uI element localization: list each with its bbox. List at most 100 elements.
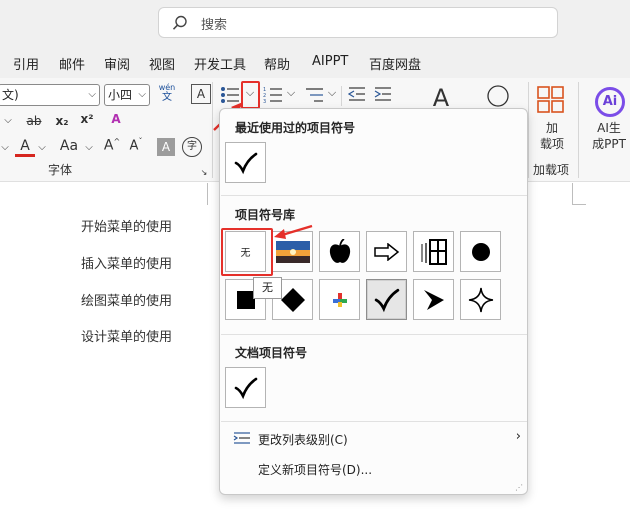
change-list-level-label: 更改列表级别(C): [258, 433, 348, 447]
tab-aippt[interactable]: AIPPT: [312, 54, 348, 69]
strikethrough-icon[interactable]: ab: [24, 114, 44, 128]
tab-view[interactable]: 视图: [149, 54, 175, 73]
numbering-icon[interactable]: 1 2 3: [263, 86, 283, 104]
grow-font-label: A: [103, 137, 114, 154]
font-group-label: 字体: [48, 163, 73, 177]
menu-separator: [221, 195, 527, 196]
grow-font-icon[interactable]: A^: [102, 137, 122, 154]
search-box[interactable]: 搜索: [158, 7, 558, 38]
font-name-select[interactable]: 文) ⌵: [0, 84, 100, 106]
chevron-right-icon: ›: [515, 429, 521, 444]
bullet-colored-star-option[interactable]: [319, 279, 360, 320]
sunset-picture-icon: [275, 240, 310, 263]
document-bullet-checkmark[interactable]: [225, 367, 266, 408]
annotation-arrow-icon: [274, 224, 313, 239]
apple-icon: [329, 238, 350, 263]
chevron-down-icon[interactable]: ⌵: [84, 142, 94, 153]
tab-review[interactable]: 审阅: [104, 54, 130, 73]
bullets-dropdown-menu: 最近使用过的项目符号 项目符号库 无 文档项目符号 更改列表级别(C) › 定义…: [219, 108, 528, 495]
menu-separator: [221, 421, 527, 422]
tab-mailings[interactable]: 邮件: [59, 54, 85, 73]
bullet-arrow-option[interactable]: [366, 231, 407, 272]
document-bullets-title: 文档项目符号: [235, 346, 308, 360]
bullet-arrowhead-option[interactable]: [413, 279, 454, 320]
define-new-bullet-menu-item[interactable]: 定义新项目符号(D)...: [221, 454, 527, 482]
tab-help[interactable]: 帮助: [264, 54, 290, 73]
annotation-highlight-box: [221, 228, 273, 276]
arrowhead-icon: [423, 289, 444, 310]
document-line[interactable]: 开始菜单的使用: [81, 216, 172, 235]
define-new-bullet-label: 定义新项目符号(D)...: [258, 463, 373, 477]
chevron-down-icon: ⌵: [138, 89, 146, 100]
filled-diamond-icon: [280, 287, 305, 312]
group-divider: [528, 82, 529, 178]
tab-references[interactable]: 引用: [13, 54, 39, 73]
search-icon: [172, 15, 187, 30]
margin-corner-mark: [572, 183, 586, 205]
ai-ppt-label-line1: AI生: [597, 121, 621, 135]
chevron-down-icon[interactable]: ⌵: [0, 142, 10, 153]
menu-separator: [221, 334, 527, 335]
chevron-down-icon[interactable]: ⌵: [285, 86, 297, 100]
chevron-down-icon: ⌵: [88, 89, 96, 100]
font-size-value: 小四: [108, 88, 133, 102]
bullet-four-point-star-option[interactable]: [460, 279, 501, 320]
font-color-icon[interactable]: A: [15, 138, 35, 157]
bullet-window-option[interactable]: [413, 231, 454, 272]
change-list-level-menu-item[interactable]: 更改列表级别(C) ›: [221, 424, 527, 452]
character-shading-icon[interactable]: A: [157, 138, 175, 156]
document-line[interactable]: 设计菜单的使用: [81, 326, 172, 345]
group-divider: [578, 82, 579, 178]
font-size-select[interactable]: 小四 ⌵: [104, 84, 150, 106]
dialog-launcher-icon[interactable]: ↘: [199, 168, 209, 177]
phonetic-guide-icon[interactable]: wén 文: [156, 83, 178, 103]
group-divider: [341, 86, 342, 106]
shrink-font-icon[interactable]: Aˇ: [126, 137, 146, 153]
change-case-icon[interactable]: Aa: [56, 138, 82, 154]
chevron-down-icon[interactable]: ⌵: [326, 86, 338, 100]
recent-bullets-title: 最近使用过的项目符号: [235, 121, 356, 135]
outline-arrow-icon: [373, 242, 399, 261]
recent-bullet-checkmark[interactable]: [225, 142, 266, 183]
tooltip: 无: [253, 277, 282, 299]
checkmark-icon: [374, 288, 399, 312]
ai-ppt-label-line2: 成PPT: [592, 137, 626, 151]
svg-text:3: 3: [263, 99, 266, 104]
four-point-star-icon: [468, 287, 493, 312]
superscript-icon[interactable]: x²: [79, 112, 95, 126]
bullet-library-title: 项目符号库: [235, 208, 296, 222]
addins-button-label[interactable]: 加 载项: [531, 120, 573, 152]
chevron-down-icon[interactable]: ⌵: [37, 142, 47, 153]
addins-icon[interactable]: [537, 86, 565, 114]
filled-circle-icon: [471, 242, 490, 261]
tab-developer[interactable]: 开发工具: [194, 54, 246, 73]
character-border-icon[interactable]: A: [191, 84, 211, 104]
search-placeholder: 搜索: [201, 18, 228, 33]
subscript-icon[interactable]: x₂: [54, 114, 70, 128]
bullet-apple-option[interactable]: [319, 231, 360, 272]
checkmark-icon: [234, 377, 257, 399]
tab-baidu-netdisk[interactable]: 百度网盘: [369, 54, 421, 73]
window-icon: [420, 238, 447, 265]
ai-ppt-button-label[interactable]: AI生 成PPT: [585, 120, 630, 152]
bullet-checkmark-option-selected[interactable]: [366, 279, 407, 320]
document-line[interactable]: 插入菜单的使用: [81, 253, 172, 272]
document-line[interactable]: 绘图菜单的使用: [81, 290, 172, 309]
margin-corner-mark: [200, 183, 208, 205]
decrease-indent-icon[interactable]: [348, 86, 366, 102]
resize-grip-icon[interactable]: ⋰: [515, 483, 523, 492]
clear-formatting-icon[interactable]: A: [106, 112, 126, 126]
phonetic-guide-char: 文: [162, 92, 172, 103]
addins-label-line2: 载项: [539, 137, 564, 151]
addins-group-label: 加载项: [533, 163, 570, 177]
ai-logo-icon[interactable]: Ai: [595, 87, 625, 117]
increase-indent-icon[interactable]: [374, 86, 392, 102]
chevron-down-icon[interactable]: ⌵: [0, 115, 16, 126]
title-bar: 搜索: [0, 0, 630, 46]
multilevel-list-icon[interactable]: [304, 86, 324, 104]
list-level-icon: [233, 432, 250, 444]
colored-cross-icon: [332, 292, 347, 307]
ribbon-tabs: 引用 邮件 审阅 视图 开发工具 帮助 AIPPT 百度网盘: [0, 46, 630, 78]
bullet-filled-circle-option[interactable]: [460, 231, 501, 272]
enclose-character-icon[interactable]: 字: [182, 137, 202, 157]
